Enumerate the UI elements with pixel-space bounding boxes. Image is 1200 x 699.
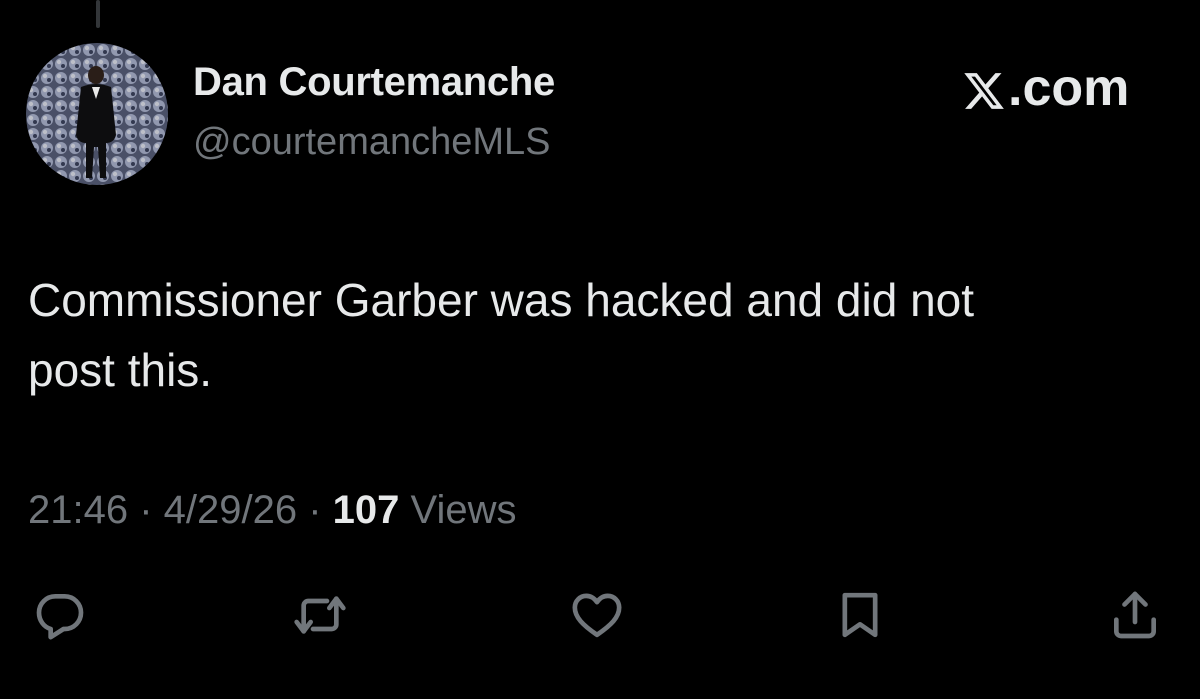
meta-separator: · — [297, 488, 333, 532]
thread-line — [96, 0, 100, 28]
share-icon — [1114, 591, 1156, 639]
tweet-date[interactable]: 4/29/26 — [164, 488, 297, 532]
author-handle[interactable]: @courtemancheMLS — [193, 121, 551, 164]
share-button[interactable] — [1105, 585, 1165, 645]
author-name[interactable]: Dan Courtemanche — [193, 60, 555, 105]
avatar[interactable] — [26, 43, 168, 185]
bookmark-button[interactable] — [830, 585, 890, 645]
like-icon — [572, 593, 622, 638]
bookmark-icon — [842, 592, 878, 638]
brand-watermark: .com — [962, 58, 1129, 118]
reply-icon — [36, 594, 84, 640]
tweet-meta: 21:46 · 4/29/26 · 107 Views — [28, 488, 517, 533]
repost-icon — [294, 596, 346, 634]
views-label: Views — [399, 488, 517, 532]
views-count[interactable]: 107 — [333, 488, 400, 532]
tweet-time[interactable]: 21:46 — [28, 488, 128, 532]
meta-separator: · — [128, 488, 164, 532]
tweet-text: Commissioner Garber was hacked and did n… — [28, 274, 975, 396]
brand-label: .com — [1008, 59, 1130, 117]
repost-button[interactable] — [290, 585, 350, 645]
like-button[interactable] — [567, 585, 627, 645]
x-logo-icon — [962, 66, 1006, 110]
reply-button[interactable] — [30, 585, 90, 645]
action-bar — [0, 585, 1200, 645]
